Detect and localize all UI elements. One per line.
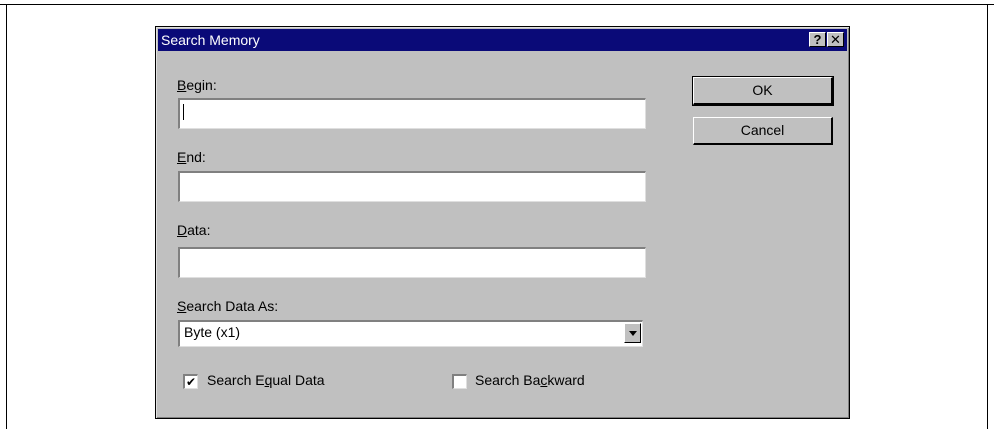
end-input[interactable]	[180, 173, 645, 201]
search-equal-data-label[interactable]: Search Equal Data	[207, 372, 325, 388]
begin-field[interactable]	[178, 98, 646, 129]
help-icon: ?	[813, 32, 822, 47]
page-frame-top	[0, 4, 994, 5]
search-backward-label-pre: Search Ba	[475, 372, 541, 388]
cancel-button[interactable]: Cancel	[693, 117, 833, 145]
search-backward-checkbox[interactable]	[452, 374, 467, 389]
cancel-button-label: Cancel	[740, 122, 785, 138]
begin-input[interactable]	[180, 100, 645, 128]
ok-button[interactable]: OK	[692, 76, 834, 106]
search-data-as-rest: earch Data As:	[186, 298, 279, 314]
search-data-as-mnemonic: S	[177, 298, 187, 314]
search-data-as-value: Byte (x1)	[184, 324, 241, 340]
search-backward-label[interactable]: Search Backward	[475, 372, 585, 388]
search-equal-data-checkbox[interactable]: ✔	[183, 374, 198, 389]
search-data-as-select[interactable]: Byte (x1)	[178, 320, 643, 347]
end-field[interactable]	[178, 171, 646, 202]
title-bar[interactable]: Search Memory ? ✕	[158, 29, 847, 51]
data-label: Data:	[177, 222, 210, 238]
chevron-down-icon[interactable]	[624, 323, 641, 343]
page-frame-left	[6, 4, 7, 429]
search-data-as-label: Search Data As:	[177, 298, 278, 314]
text-caret	[183, 104, 184, 120]
end-label: End:	[177, 149, 206, 165]
begin-label-rest: egin:	[186, 77, 217, 93]
data-input[interactable]	[180, 249, 645, 277]
close-icon: ✕	[830, 32, 841, 47]
dialog-title: Search Memory	[161, 32, 260, 48]
begin-label: Begin:	[177, 77, 217, 93]
end-label-rest: nd:	[186, 149, 206, 165]
page-frame-right	[987, 4, 988, 429]
search-equal-data-label-post: ual Data	[272, 372, 325, 388]
begin-label-mnemonic: B	[177, 77, 187, 93]
search-memory-dialog: Search Memory ? ✕ Begin: End: Data: Sear…	[155, 26, 850, 419]
data-field[interactable]	[178, 247, 646, 278]
data-label-mnemonic: D	[177, 222, 188, 238]
ok-button-label: OK	[752, 82, 773, 98]
data-label-rest: ata:	[187, 222, 211, 238]
help-button[interactable]: ?	[809, 32, 826, 47]
close-button[interactable]: ✕	[827, 32, 844, 47]
search-backward-label-post: kward	[547, 372, 585, 388]
end-label-mnemonic: E	[177, 149, 187, 165]
search-equal-data-label-pre: Search E	[207, 372, 265, 388]
checkmark-icon: ✔	[186, 375, 197, 389]
